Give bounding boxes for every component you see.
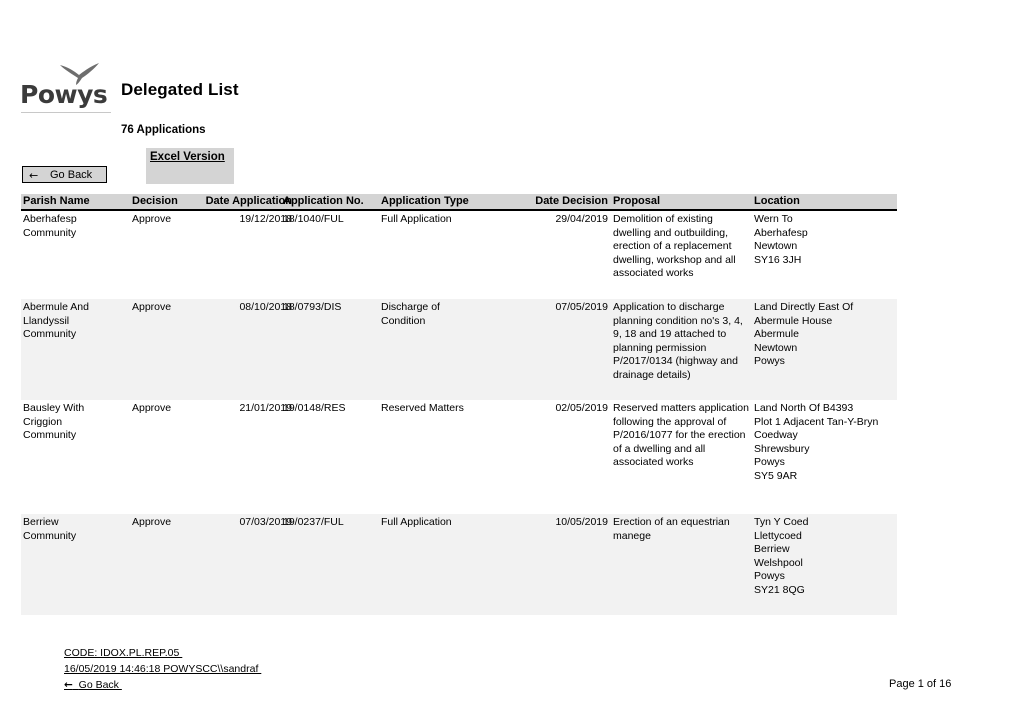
cell-parish-name: Bausley With Criggion Community bbox=[23, 402, 85, 442]
cell-application-type: Full Application bbox=[381, 516, 452, 528]
cell-date-decision: 10/05/2019 bbox=[555, 516, 608, 528]
cell-application-no: 18/1040/FUL bbox=[283, 213, 344, 225]
column-header-date-decision: Date Decision bbox=[535, 195, 608, 207]
cell-application-type: Discharge of Condition bbox=[381, 301, 440, 327]
column-header-parish-name: Parish Name bbox=[23, 195, 90, 207]
arrow-left-icon: ← bbox=[64, 679, 73, 691]
logo-underline bbox=[21, 112, 111, 113]
report-code-line: CODE: IDOX.PL.REP.05 bbox=[64, 647, 183, 659]
table-row[interactable]: Bausley With Criggion Community Approve … bbox=[21, 400, 897, 514]
cell-date-application: 08/10/2018 bbox=[239, 301, 292, 313]
cell-parish-name: Aberhafesp Community bbox=[23, 213, 77, 239]
cell-date-application: 07/03/2019 bbox=[239, 516, 292, 528]
table-header-row: Parish Name Decision Date Application Ap… bbox=[21, 194, 897, 211]
page-number: Page 1 of 16 bbox=[889, 678, 952, 690]
column-header-date-application: Date Application bbox=[205, 195, 292, 207]
cell-location: Wern To Aberhafesp Newtown SY16 3JH bbox=[754, 213, 808, 266]
report-footer: CODE: IDOX.PL.REP.05 16/05/2019 14:46:18… bbox=[64, 645, 261, 693]
footer-go-back-label: Go Back bbox=[78, 679, 122, 691]
cell-application-type: Full Application bbox=[381, 213, 452, 225]
cell-application-type: Reserved Matters bbox=[381, 402, 464, 414]
cell-proposal: Application to discharge planning condit… bbox=[613, 301, 743, 381]
column-header-application-no: Application No. bbox=[283, 195, 364, 207]
cell-location: Land Directly East Of Abermule House Abe… bbox=[754, 301, 854, 368]
column-header-application-type: Application Type bbox=[381, 195, 469, 207]
powys-wordmark: Powys bbox=[20, 80, 108, 109]
cell-location: Land North Of B4393 Plot 1 Adjacent Tan-… bbox=[754, 402, 879, 482]
go-back-button[interactable]: ← Go Back bbox=[22, 166, 107, 183]
cell-date-application: 21/01/2019 bbox=[239, 402, 292, 414]
column-header-proposal: Proposal bbox=[613, 195, 661, 207]
cell-application-no: 18/0793/DIS bbox=[283, 301, 342, 313]
cell-proposal: Erection of an equestrian manege bbox=[613, 516, 730, 542]
excel-version-panel: Excel Version bbox=[146, 148, 234, 184]
cell-date-decision: 02/05/2019 bbox=[555, 402, 608, 414]
cell-parish-name: Berriew Community bbox=[23, 516, 77, 542]
table-row[interactable]: Aberhafesp Community Approve 19/12/2018 … bbox=[21, 211, 897, 299]
table-row[interactable]: Abermule And Llandyssil Community Approv… bbox=[21, 299, 897, 400]
footer-go-back-link[interactable]: ← Go Back bbox=[64, 677, 122, 693]
applications-table: Parish Name Decision Date Application Ap… bbox=[21, 194, 897, 615]
cell-application-no: 19/0148/RES bbox=[283, 402, 346, 414]
go-back-button-label: Go Back bbox=[50, 169, 93, 181]
column-header-location: Location bbox=[754, 195, 800, 207]
report-timestamp-line: 16/05/2019 14:46:18 POWYSCC\\sandraf bbox=[64, 663, 262, 675]
table-row[interactable]: Berriew Community Approve 07/03/2019 19/… bbox=[21, 514, 897, 615]
cell-proposal: Reserved matters application following t… bbox=[613, 402, 749, 469]
cell-proposal: Demolition of existing dwelling and outb… bbox=[613, 213, 736, 280]
cell-parish-name: Abermule And Llandyssil Community bbox=[23, 301, 89, 341]
cell-date-application: 19/12/2018 bbox=[239, 213, 292, 225]
applications-count: 76 Applications bbox=[121, 124, 206, 136]
cell-date-decision: 29/04/2019 bbox=[555, 213, 608, 225]
powys-logo: Powys bbox=[20, 62, 116, 117]
delegated-list-report-page: { "brand": { "logo_text": "Powys", "logo… bbox=[0, 0, 1020, 721]
cell-date-decision: 07/05/2019 bbox=[555, 301, 608, 313]
page-title: Delegated List bbox=[121, 80, 239, 99]
cell-location: Tyn Y Coed Llettycoed Berriew Welshpool … bbox=[754, 516, 809, 596]
excel-version-link[interactable]: Excel Version bbox=[150, 151, 225, 163]
cell-application-no: 19/0237/FUL bbox=[283, 516, 344, 528]
arrow-left-icon: ← bbox=[29, 169, 39, 182]
